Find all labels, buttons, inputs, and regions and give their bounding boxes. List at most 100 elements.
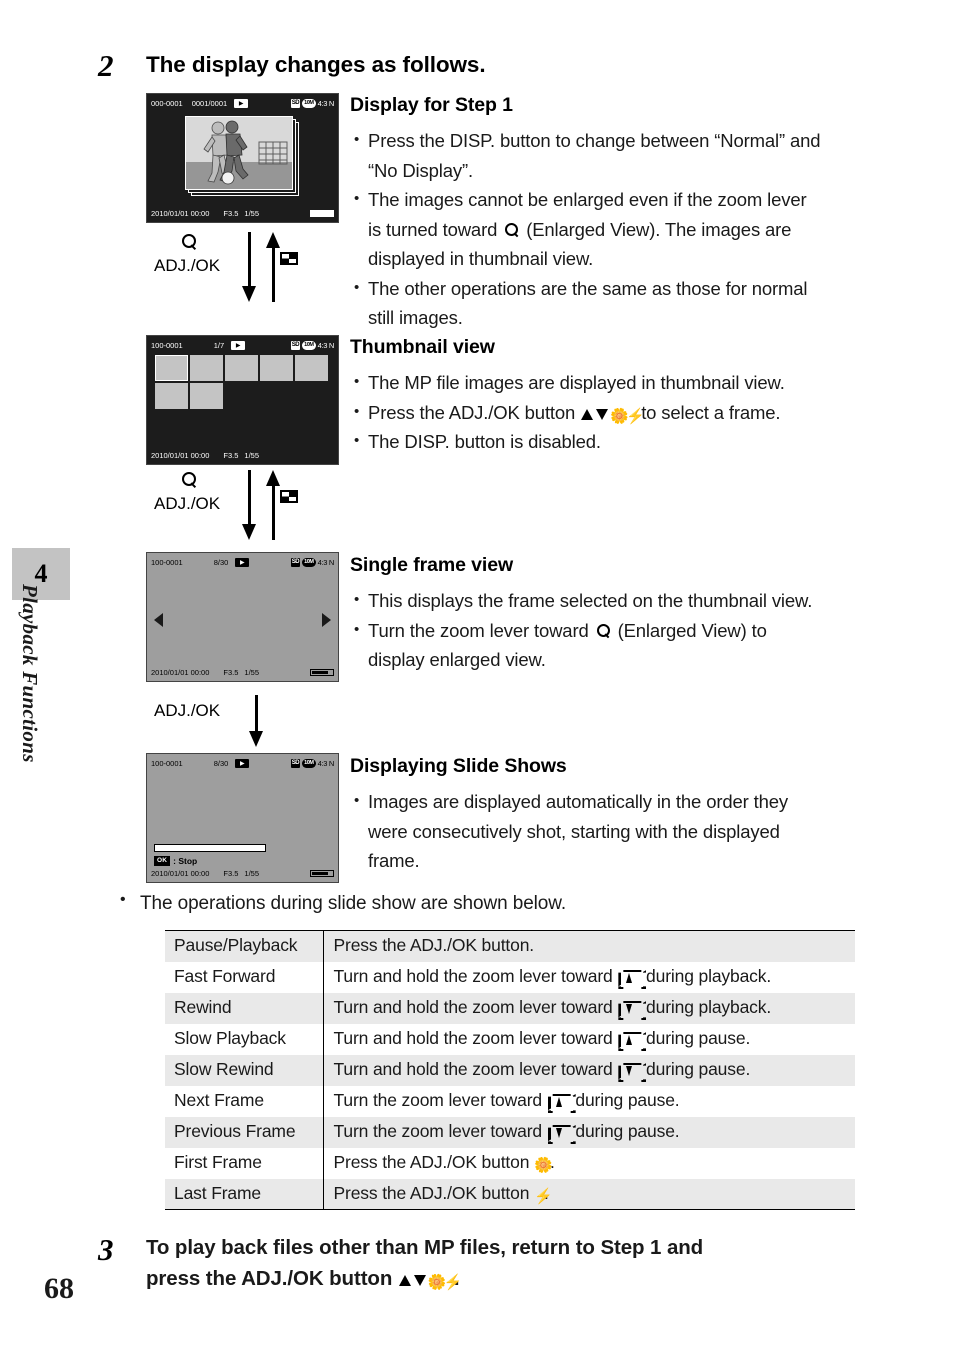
table-row: Previous Frame Turn the zoom lever toward… [165,1116,855,1148]
thumbnail-cell[interactable] [260,355,293,381]
playback-triangle-icon: ▶ [234,99,249,108]
bullet-line-text: Press the ADJ./OK button [368,401,581,423]
operation-text: Press the ADJ./OK button. [333,935,535,956]
magnifier-enlarged-view-icon [182,472,197,487]
lcd-status-bar-top: 100-0001 8/30 ▶ SD 10M 4:3 N [147,556,338,569]
operation-description-cell: Press the ADJ./OK button. [323,930,855,962]
lcd-status-bar-bottom: 2010/01/01 00:00 F3.5 1/55 [147,449,338,461]
zoom-lever-telephoto-icon [548,1094,570,1109]
thumbnail-cell[interactable] [225,355,258,381]
operation-description-cell: Turn and hold the zoom lever toward duri… [323,1024,855,1055]
lcd-shutter-speed: 1/55 [244,667,260,677]
step-2-title: The display changes as follows. [146,52,486,77]
operation-text: Turn and hold the zoom lever toward [333,1059,618,1079]
lcd-status-icons: SD 10M 4:3 N [290,759,334,768]
bullet-continuation: were consecutively shot, starting with t… [352,817,852,847]
playback-triangle-icon: ▶ [231,341,246,350]
sd-card-icon: SD [290,341,301,350]
operations-intro-text: The operations during slide show are sho… [140,893,567,914]
magnifier-enlarged-view-icon [182,234,197,249]
flash-bolt-icon: ⚡ [534,1187,553,1205]
bullet-line-text: were consecutively shot, starting with t… [368,820,780,842]
bullet-line-text: is turned toward [368,218,503,240]
lcd-datetime: 2010/01/01 00:00 [151,208,210,218]
thumbnail-grid[interactable] [155,355,333,409]
operation-text: during pause. [641,1059,751,1079]
thumbnail-cell[interactable] [155,355,188,381]
bullet-continuation: is turned toward (Enlarged View). The im… [352,215,852,245]
operation-name-cell: Next Frame [165,1085,324,1117]
bullet-continuation: “No Display”. [352,156,852,186]
operation-name-cell: Fast Forward [165,961,324,993]
lcd-frame-count: 8/30 [213,558,229,567]
table-row: Pause/Playback Press the ADJ./OK button. [165,930,855,962]
playback-triangle-icon: ▶ [235,759,250,768]
thumbnail-grid-icon [280,490,298,503]
lcd-aperture: F3.5 [223,450,239,460]
playback-triangle-icon: ▶ [235,558,250,567]
arrow-up-icon [266,232,280,302]
megapixel-icon: 10M [302,99,316,108]
transition-group-3: ADJ./OK [150,695,325,750]
transition-group-2: ADJ./OK [150,470,325,560]
table-row: Fast Forward Turn and hold the zoom lever… [165,961,855,993]
operation-text: Turn and hold the zoom lever toward [333,1028,618,1048]
chapter-label: Playback Functions [18,584,42,763]
zoom-lever-wide-icon [548,1125,570,1140]
arrow-down-icon [242,232,256,302]
step-3-line-2: press the ADJ./OK button 🌼⚡. [146,1263,846,1294]
operation-description-cell: Turn the zoom lever toward during pause. [323,1086,855,1117]
operation-text: during pause. [641,1028,751,1048]
slideshow-operations-table: Pause/Playback Press the ADJ./OK button. F… [165,930,855,1210]
arrow-up-icon [580,407,595,421]
lcd-frame-count: 0001/0001 [191,99,228,108]
next-frame-arrow-icon[interactable] [322,613,331,627]
page-number: 68 [44,1272,74,1305]
flash-bolt-icon: ⚡ [443,1274,463,1291]
arrow-down-icon [595,407,610,421]
lcd-shutter-speed: 1/55 [244,208,260,218]
operation-name-cell: Pause/Playback [165,930,324,962]
lcd-screen-single-frame-view: 100-0001 8/30 ▶ SD 10M 4:3 N 2010/01/01 … [146,552,339,682]
section-body-display-step1: Press the DISP. button to change between… [352,125,852,333]
aspect-ratio-label: 4:3 N [317,341,335,350]
operation-text: Press the ADJ./OK button [333,1182,535,1203]
arrow-up-icon [266,470,280,540]
operation-text: Turn and hold the zoom lever toward [333,997,618,1017]
ok-key-badge: OK [154,856,171,866]
bullet-line-text: to select a frame. [636,401,781,423]
operation-text: during playback. [641,966,772,986]
operation-description-cell: Turn and hold the zoom lever toward duri… [323,1054,855,1086]
thumbnail-cell[interactable] [190,355,223,381]
operation-name-cell: Previous Frame [165,1116,324,1148]
macro-flower-icon: 🌼 [427,1274,447,1291]
lcd-file-number: 000-0001 [151,99,183,108]
lcd-frame-count: 1/7 [213,341,225,350]
thumbnail-cell[interactable] [295,355,328,381]
lcd-screen-slide-show: 100-0001 8/30 ▶ SD 10M 4:3 N OK : Stop 2… [146,753,339,883]
operation-text: Turn the zoom lever toward [333,1090,547,1110]
table-row: Last Frame Press the ADJ./OK button ⚡. [165,1178,855,1210]
megapixel-icon: 10M [302,341,316,350]
thumbnail-cell[interactable] [155,383,188,409]
section-heading-single-frame-view: Single frame view [350,554,514,576]
macro-flower-icon: 🌼 [534,1157,553,1174]
bullet-line-text: The DISP. button is disabled. [368,431,601,452]
operation-name-cell: Last Frame [165,1178,324,1210]
lcd-file-number: 100-0001 [151,558,183,567]
magnifier-enlarged-view-icon [504,222,519,238]
bullet-item: This displays the frame selected on the … [352,585,862,616]
previous-frame-arrow-icon[interactable] [154,613,163,627]
thumbnail-grid-icon [280,252,298,265]
lcd-status-bar-bottom: 2010/01/01 00:00 F3.5 1/55 [147,666,338,678]
operation-description-cell: Press the ADJ./OK button 🌼. [323,1148,855,1179]
transition-1-label: ADJ./OK [154,256,221,275]
operation-text: Turn and hold the zoom lever toward [333,966,618,986]
zoom-lever-wide-icon [618,1063,640,1078]
operation-name-cell: Slow Rewind [165,1054,324,1086]
section-heading-thumbnail-view: Thumbnail view [350,336,495,358]
step-3-text: To play back files other than MP files, … [146,1232,846,1294]
megapixel-icon: 10M [302,558,316,567]
thumbnail-cell[interactable] [190,383,223,409]
lcd-status-icons: SD 10M 4:3 N [290,341,335,350]
